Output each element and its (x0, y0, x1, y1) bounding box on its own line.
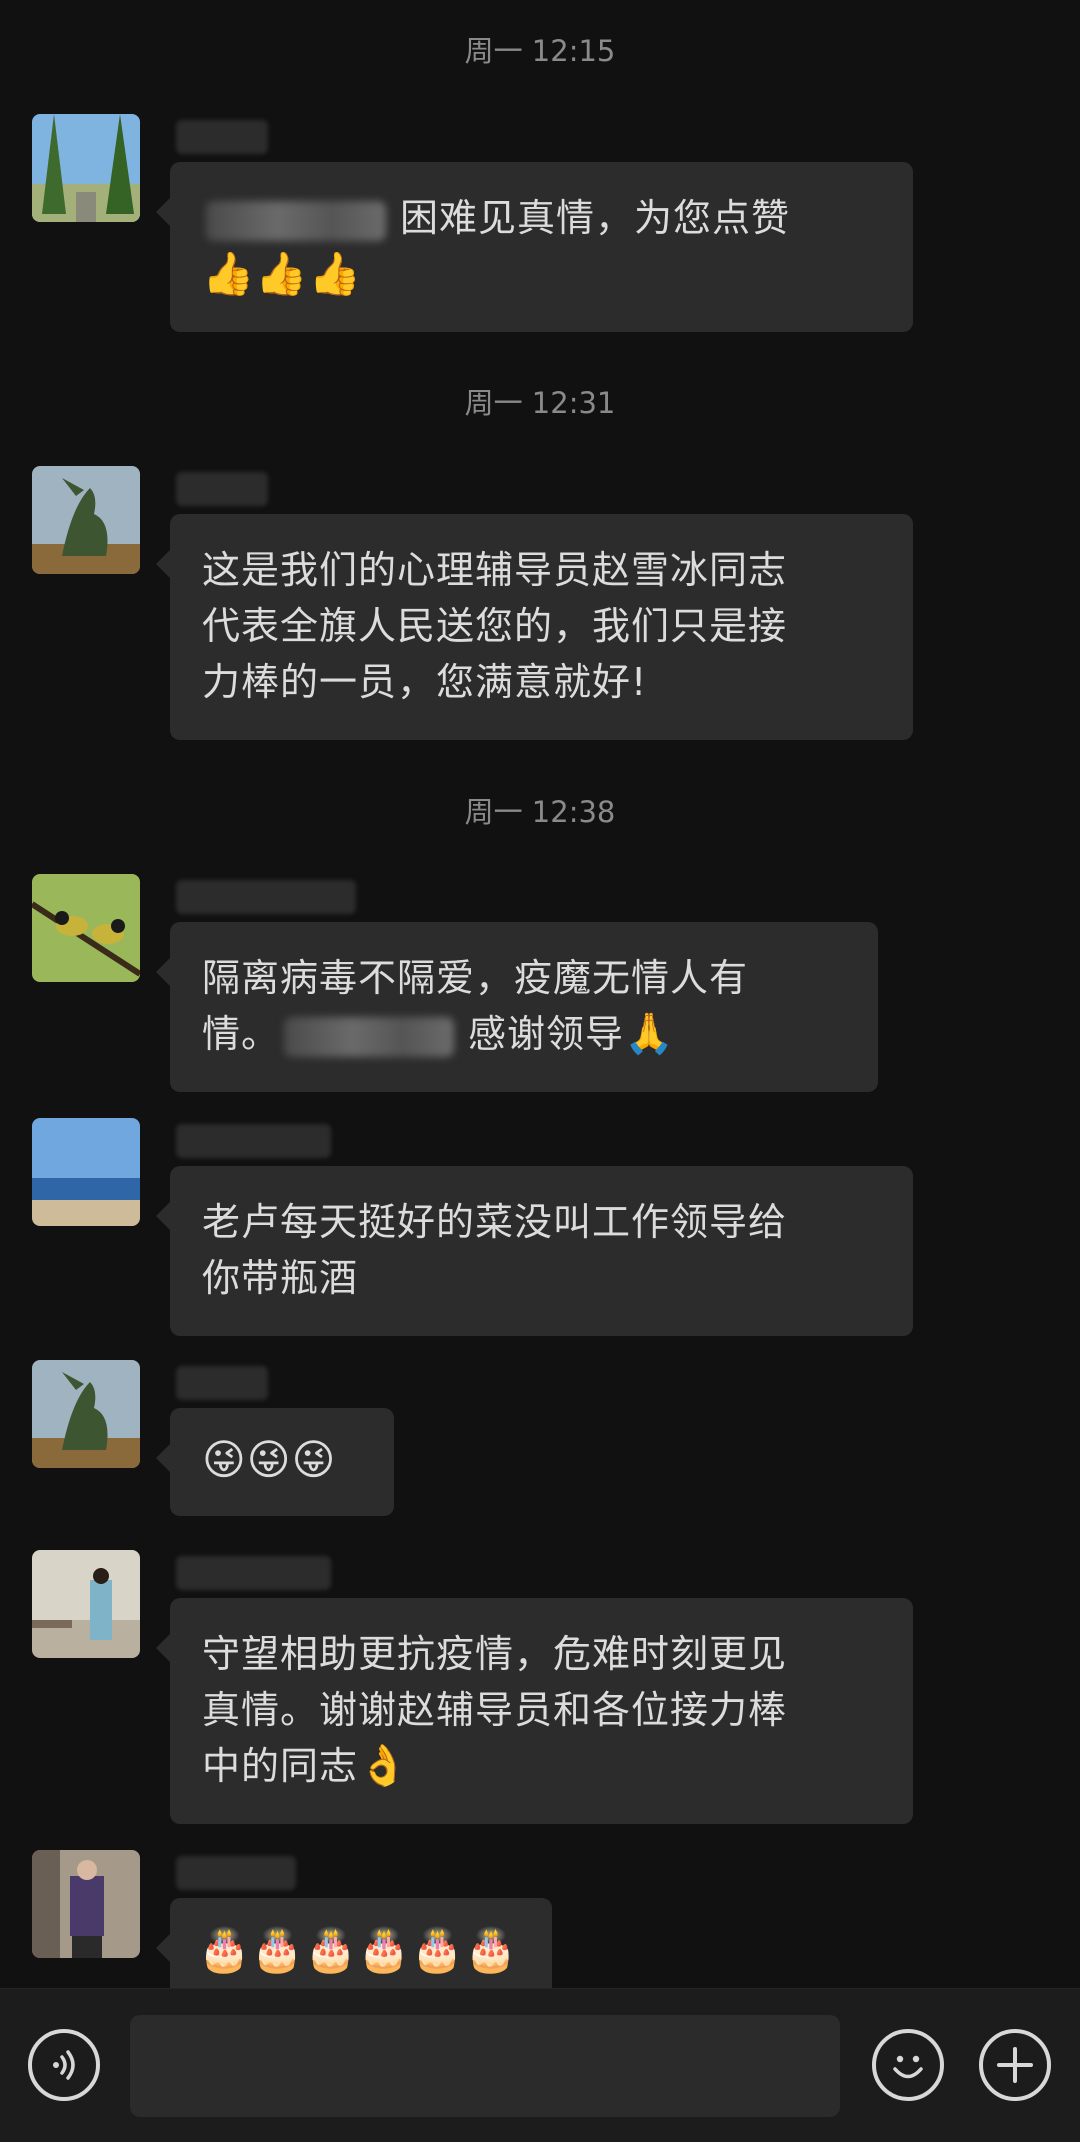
avatar-woman[interactable] (32, 1550, 140, 1658)
emoji-birthday-cake: 🎂🎂🎂🎂🎂🎂 (198, 1925, 518, 1974)
chat-history[interactable]: 周一 12:15 困难见真情，为您点赞 👍👍👍 周一 12:31 这是我们的心理… (0, 0, 1080, 2006)
input-toolbar (0, 1988, 1080, 2142)
message-text: 老卢每天挺好的菜没叫工作领导给 (202, 1200, 788, 1244)
message-text: 你带瓶酒 (202, 1256, 359, 1300)
avatar-birds[interactable] (32, 874, 140, 982)
avatar-statue[interactable] (32, 466, 140, 574)
avatar-beach[interactable] (32, 1118, 140, 1226)
message-text: 中的同志 (202, 1744, 359, 1788)
message-text: 力棒的一员，您满意就好! (202, 660, 648, 704)
message-bubble[interactable]: 隔离病毒不隔爱，疫魔无情人有 情。 感谢领导🙏 (156, 922, 878, 1092)
emoji-winking-face: 😜😜😜 (202, 1435, 337, 1484)
sender-name (176, 1556, 331, 1590)
avatar-trees[interactable] (32, 114, 140, 222)
message-bubble[interactable]: 这是我们的心理辅导员赵雪冰同志 代表全旗人民送您的，我们只是接 力棒的一员，您满… (156, 514, 913, 740)
more-button[interactable] (979, 2029, 1051, 2101)
plus-icon (997, 2047, 1033, 2083)
avatar-statue[interactable] (32, 1360, 140, 1468)
emoji-button[interactable] (872, 2029, 944, 2101)
sender-name (176, 1124, 331, 1158)
mention-tag (206, 200, 386, 241)
message-text: 隔离病毒不隔爱，疫魔无情人有 (202, 956, 749, 1000)
message-text: 守望相助更抗疫情，危难时刻更见 (202, 1632, 788, 1676)
message-bubble[interactable]: 守望相助更抗疫情，危难时刻更见 真情。谢谢赵辅导员和各位接力棒 中的同志👌 (156, 1598, 913, 1824)
timestamp: 周一 12:15 (464, 34, 616, 68)
message-bubble[interactable]: 😜😜😜 (156, 1408, 394, 1516)
message-bubble[interactable]: 老卢每天挺好的菜没叫工作领导给 你带瓶酒 (156, 1166, 913, 1336)
message-input[interactable] (130, 2015, 840, 2117)
sender-name (176, 120, 268, 154)
avatar-family[interactable] (32, 1850, 140, 1958)
mention-tag (284, 1016, 455, 1057)
timestamp: 周一 12:38 (464, 795, 616, 829)
message-text: 感谢领导 (468, 1012, 625, 1056)
message-bubble[interactable]: 困难见真情，为您点赞 👍👍👍 (156, 162, 913, 332)
voice-button[interactable] (28, 2029, 100, 2101)
sender-name (176, 880, 356, 914)
voice-icon (53, 2050, 75, 2080)
sender-name (176, 1856, 296, 1890)
sender-name (176, 472, 268, 506)
timestamp: 周一 12:31 (464, 386, 616, 420)
emoji-pray: 🙏 (624, 1011, 675, 1057)
message-text: 代表全旗人民送您的，我们只是接 (202, 604, 788, 648)
message-text: 这是我们的心理辅导员赵雪冰同志 (202, 548, 788, 592)
message-text: 困难见真情，为您点赞 (400, 196, 791, 240)
message-text: 情。 (202, 1012, 281, 1056)
sender-name (176, 1366, 268, 1400)
emoji-thumbs-up: 👍👍👍 (202, 249, 362, 298)
emoji-ok-hand: 👌 (358, 1743, 409, 1789)
emoji-icon (893, 2055, 923, 2079)
message-text: 真情。谢谢赵辅导员和各位接力棒 (202, 1688, 788, 1732)
